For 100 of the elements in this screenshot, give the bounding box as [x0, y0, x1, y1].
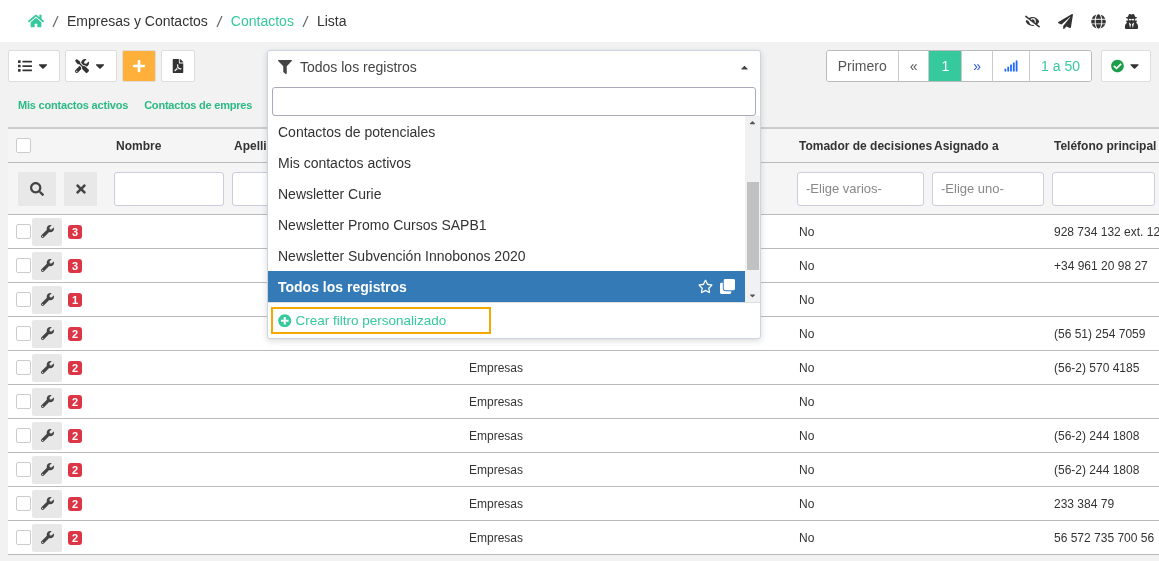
- table-cell: No: [799, 360, 815, 375]
- filter-select[interactable]: -Elige uno-: [932, 171, 1044, 206]
- filter-icon: [278, 60, 292, 74]
- spy-icon[interactable]: [1124, 13, 1139, 29]
- table-cell: (56-2) 244 1808: [1054, 462, 1140, 477]
- count-badge: 2: [68, 496, 83, 511]
- row-checkbox[interactable]: [15, 360, 31, 375]
- table-cell: Empresas: [469, 394, 524, 409]
- table-cell: (56-2) 244 1808: [1054, 428, 1140, 443]
- filter-field[interactable]: [1052, 171, 1155, 206]
- count-badge: 1: [68, 292, 83, 307]
- wrench-icon: [40, 361, 54, 374]
- caret-icon: [748, 291, 757, 300]
- row-checkbox[interactable]: [15, 530, 31, 545]
- row-checkbox[interactable]: [15, 292, 31, 307]
- column-header[interactable]: Tomador de decisiones: [799, 138, 933, 153]
- count-badge: 2: [68, 360, 83, 375]
- wrench-icon: [40, 531, 54, 544]
- table-cell: +34 961 20 98 27: [1054, 258, 1148, 273]
- wrench-button[interactable]: [32, 353, 62, 382]
- select-all-checkbox[interactable]: [15, 138, 31, 153]
- count-badge: 2: [68, 530, 83, 545]
- breadcrumb-item: Empresas y Contactos: [67, 13, 208, 29]
- table-cell: No: [799, 496, 815, 511]
- search-icon: [30, 181, 44, 196]
- table-cell: Empresas: [469, 360, 524, 375]
- column-header[interactable]: Asignado a: [934, 138, 999, 153]
- count-badge: 3: [68, 224, 83, 239]
- paper-plane-icon[interactable]: [1058, 13, 1073, 29]
- column-header[interactable]: Teléfono principal: [1054, 138, 1157, 153]
- slash-icon: [301, 14, 309, 28]
- wrench-button[interactable]: [32, 421, 62, 450]
- wrench-icon: [40, 259, 54, 272]
- star-icon[interactable]: [698, 279, 713, 294]
- filter-select[interactable]: -Elige varios-: [797, 171, 924, 206]
- tools-menu-button[interactable]: [65, 50, 117, 82]
- wrench-button[interactable]: [32, 489, 62, 518]
- table-cell: Empresas: [469, 496, 524, 511]
- table-cell: No: [799, 394, 815, 409]
- wrench-button[interactable]: [32, 319, 62, 348]
- tools-icon: [75, 59, 89, 73]
- table-cell: No: [799, 258, 815, 273]
- table-cell: Empresas: [469, 530, 524, 545]
- table-cell: No: [799, 428, 815, 443]
- wrench-icon: [40, 225, 54, 238]
- table-cell: (56-2) 570 4185: [1054, 360, 1140, 375]
- table-cell: 56 572 735 700 56: [1054, 530, 1155, 545]
- wrench-button[interactable]: [32, 523, 62, 552]
- slash-icon: [52, 14, 59, 28]
- signal-icon: [1004, 59, 1019, 73]
- wrench-button[interactable]: [32, 217, 62, 246]
- row-checkbox[interactable]: [15, 428, 31, 443]
- row-checkbox[interactable]: [15, 326, 31, 341]
- slash-icon: [215, 14, 223, 28]
- list-menu-button[interactable]: [8, 50, 60, 82]
- breadcrumb-item: Lista: [316, 13, 347, 29]
- pdf-icon: [171, 59, 185, 73]
- copy-icon[interactable]: [720, 279, 735, 294]
- count-badge: 2: [68, 428, 83, 443]
- status-menu-button[interactable]: [1101, 50, 1151, 82]
- row-checkbox[interactable]: [15, 224, 31, 239]
- wrench-button[interactable]: [32, 387, 62, 416]
- row-checkbox[interactable]: [15, 394, 31, 409]
- count-badge: 2: [68, 326, 83, 341]
- wrench-button[interactable]: [32, 455, 62, 484]
- wrench-button[interactable]: [32, 285, 62, 314]
- wrench-button[interactable]: [32, 251, 62, 280]
- pdf-button[interactable]: [161, 50, 195, 82]
- row-checkbox[interactable]: [15, 462, 31, 477]
- count-badge: 2: [68, 394, 83, 409]
- table-cell: 233 384 79: [1054, 496, 1115, 511]
- wrench-icon: [40, 497, 54, 510]
- column-header[interactable]: Apelli: [234, 138, 267, 153]
- count-badge: 2: [68, 462, 83, 477]
- filter-dropdown[interactable]: Todos los registros Contactos de potenciales Mis contactos activos Newsletter Curie Newsletter Promo Cursos SAPB1 Newsletter Subvención Innobonos 2020 Todos los registros Crear filtro personalizado: [267, 50, 761, 339]
- table-cell: No: [799, 326, 815, 341]
- wrench-icon: [40, 293, 54, 306]
- filter-field[interactable]: [114, 171, 224, 206]
- count-badge: 3: [68, 258, 83, 273]
- wrench-icon: [40, 327, 54, 340]
- eye-slash-icon[interactable]: [1025, 13, 1040, 29]
- search-field[interactable]: [272, 87, 756, 116]
- plus-icon: [132, 59, 146, 73]
- search-button[interactable]: [18, 171, 56, 206]
- globe-icon[interactable]: [1091, 13, 1106, 29]
- table-cell: Empresas: [469, 462, 524, 477]
- table-cell: Empresas: [469, 428, 524, 443]
- wrench-icon: [40, 463, 54, 476]
- column-header[interactable]: Nombre: [116, 138, 162, 153]
- clear-button[interactable]: [64, 171, 97, 206]
- selected-filter: Todos los registros: [300, 59, 417, 75]
- table-cell: No: [799, 462, 815, 477]
- row-checkbox[interactable]: [15, 258, 31, 273]
- table-cell: 928 734 132 ext. 12: [1054, 224, 1159, 239]
- close-icon: [73, 181, 88, 196]
- table-cell: (56 51) 254 7059: [1054, 326, 1146, 341]
- scrollbar[interactable]: [745, 116, 760, 302]
- filter-option[interactable]: Todos los registros: [268, 271, 745, 302]
- table-cell: No: [799, 292, 815, 307]
- row-checkbox[interactable]: [15, 496, 31, 511]
